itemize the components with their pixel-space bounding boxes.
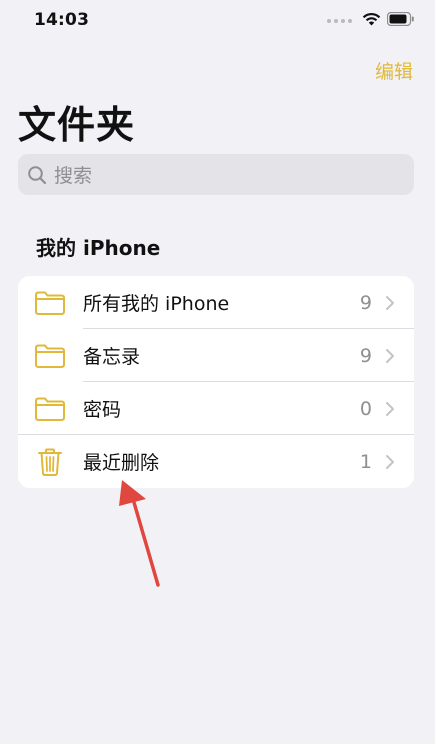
chevron-right-icon	[384, 348, 396, 364]
status-bar: 14:03	[0, 0, 435, 40]
chevron-right-icon	[384, 401, 396, 417]
folder-label: 备忘录	[83, 346, 141, 368]
page-title: 文件夹	[18, 103, 136, 147]
chevron-right-icon	[384, 454, 396, 470]
trash-icon	[32, 447, 68, 477]
folder-icon	[32, 396, 68, 422]
folder-label: 最近删除	[83, 452, 160, 474]
search-placeholder: 搜索	[54, 165, 93, 187]
status-time: 14:03	[34, 10, 90, 30]
edit-button[interactable]: 编辑	[375, 57, 413, 84]
folder-label: 密码	[83, 399, 122, 421]
folder-label: 所有我的 iPhone	[83, 293, 230, 315]
folder-row-recently-deleted[interactable]: 最近删除 1	[18, 435, 414, 488]
battery-icon	[386, 11, 415, 30]
folder-count: 1	[359, 450, 372, 473]
status-indicators	[327, 11, 415, 30]
folder-row-notes[interactable]: 备忘录 9	[18, 329, 414, 382]
chevron-right-icon	[384, 295, 396, 311]
section-header: 我的 iPhone	[36, 236, 161, 260]
folder-icon	[32, 290, 68, 316]
folder-icon	[32, 343, 68, 369]
folder-count: 9	[359, 344, 372, 367]
folder-count: 0	[359, 397, 372, 420]
wifi-icon	[362, 11, 381, 30]
folder-count: 9	[359, 291, 372, 314]
folder-row-all-iphone[interactable]: 所有我的 iPhone 9	[18, 276, 414, 329]
search-input[interactable]: 搜索	[18, 154, 414, 195]
folder-list: 所有我的 iPhone 9 备忘录 9 密码 0 最近删除 1	[18, 276, 414, 488]
folder-row-passwords[interactable]: 密码 0	[18, 382, 414, 435]
search-icon	[26, 164, 48, 186]
cellular-signal-icon	[327, 18, 352, 23]
